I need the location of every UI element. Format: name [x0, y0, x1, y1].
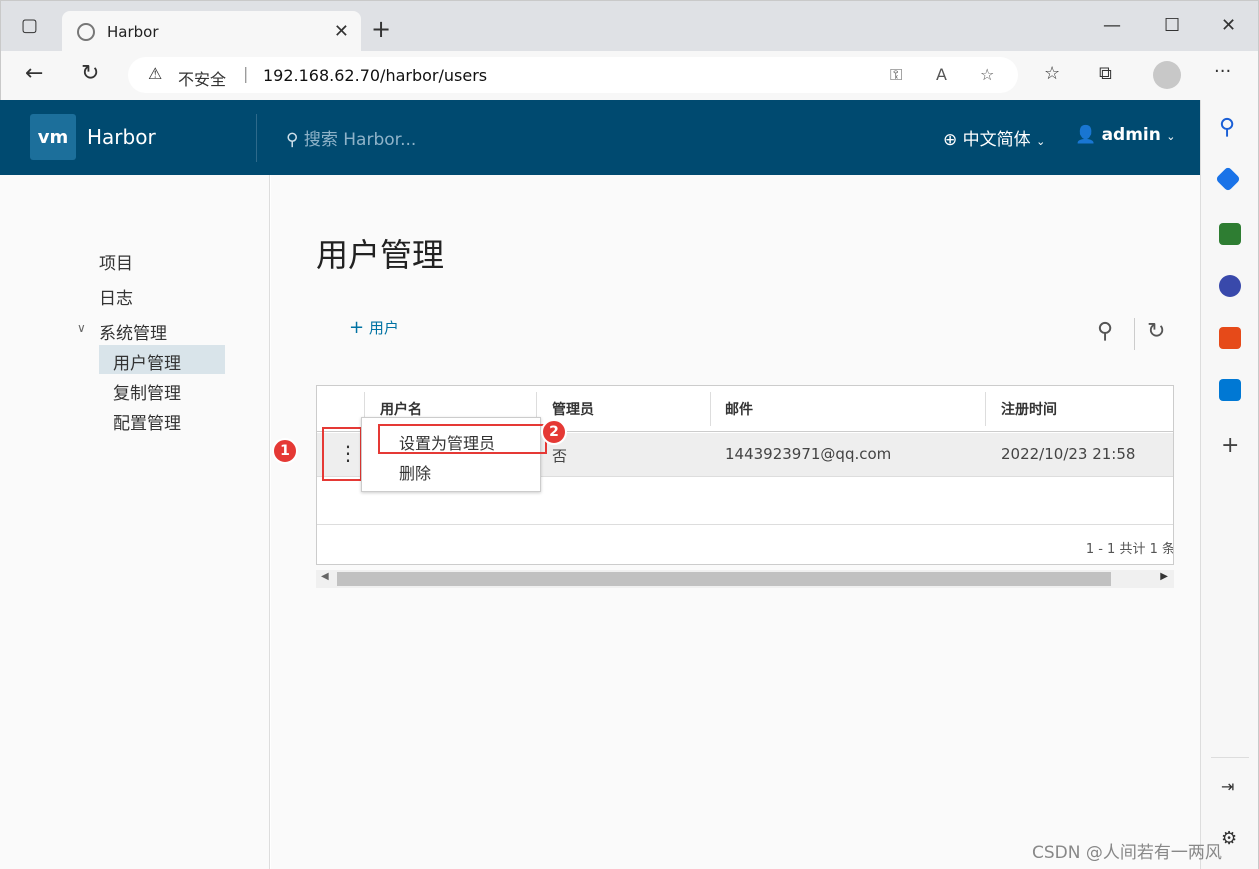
set-admin-menu-item[interactable]: 设置为管理员 — [399, 430, 495, 454]
search-icon[interactable]: ⚲ — [1219, 115, 1235, 140]
refresh-icon[interactable]: ↻ — [81, 61, 99, 86]
key-icon[interactable]: ⚿ — [890, 65, 902, 85]
address-bar-row: ← ↻ ⚠ 不安全 | 192.168.62.70/harbor/users ⚿… — [0, 51, 1259, 100]
nav-item-projects[interactable]: 项目 — [99, 249, 133, 274]
back-icon[interactable]: ← — [25, 61, 43, 86]
harbor-header: vm Harbor ⚲ 搜索 Harbor... ⊕ 中文简体 ⌄ 👤 admi… — [0, 100, 1200, 175]
chevron-down-icon[interactable]: ∨ — [77, 321, 86, 335]
browser-tab[interactable]: Harbor ✕ — [62, 11, 361, 52]
scrollbar-thumb[interactable] — [337, 572, 1111, 586]
add-favorite-icon[interactable]: ☆ — [980, 65, 994, 84]
chevron-down-icon: ⌄ — [1166, 130, 1176, 143]
read-aloud-icon[interactable]: A — [936, 65, 947, 84]
cell-email: 1443923971@qq.com — [725, 445, 892, 463]
shopping-tag-icon[interactable] — [1215, 166, 1241, 192]
language-selector[interactable]: ⊕ 中文简体 ⌄ — [943, 125, 1045, 150]
games-icon[interactable] — [1219, 275, 1241, 297]
nav-item-replication[interactable]: 复制管理 — [113, 379, 181, 404]
left-navigation: 项目 日志 ∨ 系统管理 用户管理 复制管理 配置管理 — [0, 175, 270, 869]
window-close-icon[interactable]: ✕ — [1221, 15, 1236, 36]
minimize-icon[interactable]: — — [1103, 15, 1121, 36]
tab-title: Harbor — [107, 23, 159, 41]
nav-group-system-admin[interactable]: 系统管理 — [99, 319, 167, 344]
row-actions-menu: 设置为管理员 删除 — [361, 417, 547, 492]
row-actions-button[interactable]: ⋮ — [322, 427, 362, 481]
table-search-icon[interactable]: ⚲ — [1097, 319, 1113, 344]
page-title: 用户管理 — [316, 236, 445, 274]
nav-item-user-management[interactable]: 用户管理 — [113, 349, 181, 374]
column-header-email[interactable]: 邮件 — [725, 399, 753, 419]
browser-tab-bar: ▢ Harbor ✕ + — ☐ ✕ — [0, 0, 1259, 52]
outlook-icon[interactable] — [1219, 379, 1241, 401]
favorites-icon[interactable]: ☆ — [1044, 63, 1060, 84]
header-divider — [256, 114, 257, 162]
table-refresh-icon[interactable]: ↻ — [1147, 319, 1165, 344]
search-placeholder: 搜索 Harbor... — [303, 130, 417, 150]
security-label[interactable]: 不安全 — [178, 66, 226, 90]
watermark: CSDN @人间若有一两风 — [1032, 843, 1222, 863]
table-footer: 1 - 1 共计 1 条 — [317, 524, 1174, 564]
global-search-input[interactable]: ⚲ 搜索 Harbor... — [286, 125, 416, 150]
settings-gear-icon[interactable]: ⚙ — [1221, 828, 1237, 849]
tab-close-icon[interactable]: ✕ — [334, 21, 349, 42]
main-content: 用户管理 + 用户 ⚲ ↻ 用户名 管理员 邮件 注册时间 否 14439239… — [271, 175, 1200, 869]
column-separator — [985, 392, 986, 426]
cell-registered: 2022/10/23 21:58 — [1001, 445, 1136, 463]
add-user-label: 用户 — [368, 319, 399, 337]
add-icon[interactable]: + — [1221, 433, 1239, 458]
harbor-favicon-icon — [77, 23, 95, 41]
scroll-left-icon[interactable]: ◀ — [321, 571, 329, 582]
toolbar-divider — [1134, 318, 1135, 350]
url-text[interactable]: 192.168.62.70/harbor/users — [263, 66, 487, 85]
pagination-summary: 1 - 1 共计 1 条 — [1085, 542, 1174, 557]
column-header-registered[interactable]: 注册时间 — [1001, 399, 1057, 419]
nav-item-configuration[interactable]: 配置管理 — [113, 409, 181, 434]
horizontal-scrollbar[interactable]: ◀ ▶ — [316, 570, 1174, 588]
office-icon[interactable] — [1219, 327, 1241, 349]
new-tab-button[interactable]: + — [371, 15, 391, 43]
scroll-right-icon[interactable]: ▶ — [1160, 571, 1168, 582]
annotation-badge-1: 1 — [272, 438, 298, 464]
tab-actions-icon[interactable]: ▢ — [21, 15, 38, 36]
profile-avatar[interactable] — [1153, 61, 1181, 89]
add-user-button[interactable]: + 用户 — [349, 317, 399, 338]
more-icon[interactable]: ··· — [1214, 61, 1231, 82]
kebab-icon: ⋮ — [338, 441, 358, 465]
user-menu[interactable]: 👤 admin ⌄ — [1075, 125, 1176, 145]
delete-menu-item[interactable]: 删除 — [399, 460, 431, 484]
collections-icon[interactable]: ⧉ — [1099, 63, 1112, 84]
omnibox-divider: | — [243, 64, 249, 83]
column-header-admin[interactable]: 管理员 — [552, 399, 594, 419]
tools-icon[interactable] — [1219, 223, 1241, 245]
language-label: 中文简体 — [962, 130, 1031, 150]
user-name: admin — [1101, 125, 1161, 145]
vmware-logo[interactable]: vm — [30, 114, 76, 160]
column-header-username[interactable]: 用户名 — [380, 399, 422, 419]
chevron-down-icon: ⌄ — [1036, 135, 1046, 148]
sidebar-divider — [1211, 757, 1249, 758]
browser-sidebar: ⚲ + ⇥ ⚙ — [1200, 100, 1259, 869]
annotation-badge-2: 2 — [541, 419, 567, 445]
plus-icon: + — [349, 317, 365, 338]
omnibox[interactable]: ⚠ 不安全 | 192.168.62.70/harbor/users ⚿ A ☆ — [128, 57, 1018, 93]
user-icon: 👤 — [1075, 125, 1097, 145]
column-separator — [710, 392, 711, 426]
brand-name[interactable]: Harbor — [87, 125, 156, 149]
search-icon: ⚲ — [286, 130, 299, 150]
nav-item-logs[interactable]: 日志 — [99, 284, 133, 309]
cell-admin: 否 — [552, 447, 568, 465]
warning-icon[interactable]: ⚠ — [148, 64, 162, 83]
globe-icon: ⊕ — [943, 130, 958, 150]
hide-sidebar-icon[interactable]: ⇥ — [1221, 777, 1234, 796]
maximize-icon[interactable]: ☐ — [1164, 15, 1180, 36]
